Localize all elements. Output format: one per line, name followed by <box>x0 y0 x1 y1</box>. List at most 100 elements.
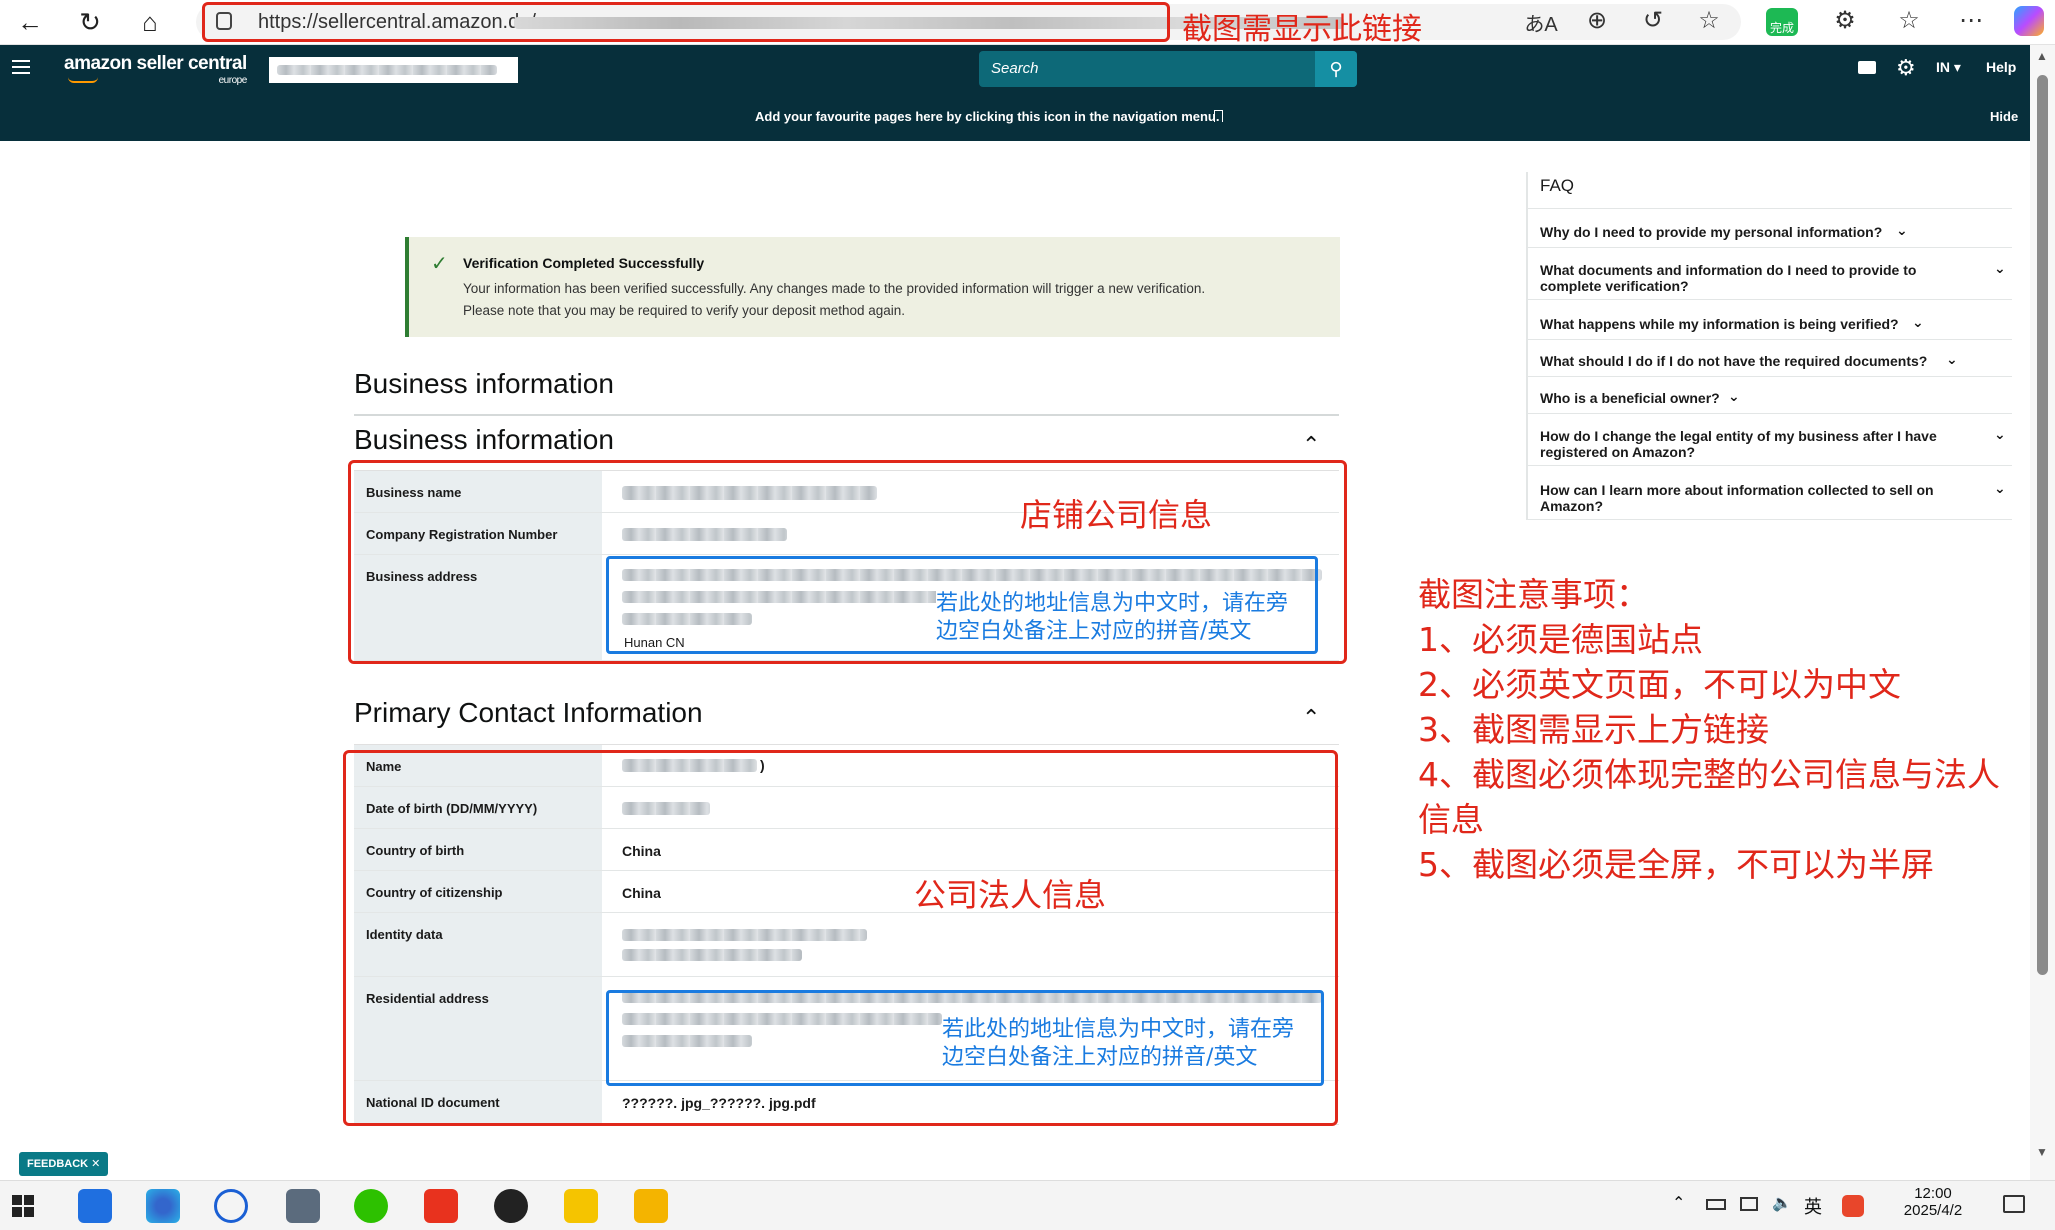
chevron-down-icon: ⌄ <box>1912 314 1924 330</box>
language-label: IN <box>1936 59 1950 75</box>
business-note-line-2: 边空白处备注上对应的拼音/英文 <box>936 619 1252 644</box>
windows-taskbar: ⌃ 🔈 英 12:00 2025/4/2 <box>0 1180 2055 1230</box>
file-explorer-icon[interactable] <box>634 1189 668 1223</box>
language-selector[interactable]: IN ▾ <box>1936 59 1961 76</box>
complete-badge[interactable]: 完成 <box>1766 8 1798 36</box>
search-app-icon[interactable] <box>214 1189 248 1223</box>
wps-icon[interactable] <box>424 1189 458 1223</box>
wechat-icon[interactable] <box>354 1189 388 1223</box>
collections-icon[interactable]: ☆ <box>1892 6 1926 35</box>
faq-item[interactable]: What documents and information do I need… <box>1528 260 2012 300</box>
kuaibo-icon[interactable] <box>78 1189 112 1223</box>
contact-note-line-1: 若此处的地址信息为中文时，请在旁 <box>942 1017 1295 1042</box>
windows-start-icon[interactable] <box>12 1195 34 1217</box>
settings-gear-icon[interactable]: ⚙ <box>1896 55 1916 81</box>
sticky-notes-icon[interactable] <box>564 1189 598 1223</box>
favourites-bar: Add your favourite pages here by clickin… <box>0 93 2030 141</box>
chevron-down-icon: ⌄ <box>1994 480 2006 496</box>
bookmark-icon <box>1214 110 1223 122</box>
contact-section-title: Primary Contact Information <box>354 697 703 728</box>
favorite-star-icon[interactable]: ☆ <box>1692 6 1726 35</box>
success-line-2: Please note that you may be required to … <box>463 303 906 318</box>
translate-icon[interactable]: あA <box>1524 8 1558 37</box>
note-item: 5、截图必须是全屏，不可以为半屏 <box>1418 845 1934 884</box>
business-note-line-1: 若此处的地址信息为中文时，请在旁 <box>936 591 1289 616</box>
logo-text: amazon seller central <box>64 53 247 74</box>
faq-item-label: How can I learn more about information c… <box>1540 482 1934 514</box>
contact-note-line-2: 边空白处备注上对应的拼音/英文 <box>942 1045 1258 1070</box>
business-annotation: 店铺公司信息 <box>1020 496 1213 534</box>
faq-item-label: Why do I need to provide my personal inf… <box>1540 224 1883 240</box>
notes-title: 截图注意事项： <box>1418 575 1649 614</box>
business-address-note: 若此处的地址信息为中文时，请在旁 边空白处备注上对应的拼音/英文 <box>936 590 1289 646</box>
faq-title: FAQ <box>1540 176 1575 195</box>
search-input[interactable]: Search <box>991 60 1039 77</box>
network-icon[interactable] <box>1740 1197 1758 1211</box>
refresh-tab-icon[interactable]: ↺ <box>1636 6 1670 35</box>
help-link[interactable]: Help <box>1986 59 2016 75</box>
scroll-up-icon[interactable]: ▲ <box>2036 49 2048 63</box>
extensions-icon[interactable]: ⚙ <box>1828 6 1862 35</box>
success-line-1: Your information has been verified succe… <box>463 281 1206 296</box>
feedback-button[interactable]: FEEDBACK ✕ <box>19 1152 109 1176</box>
qq-icon[interactable] <box>494 1189 528 1223</box>
ime-indicator[interactable]: 英 <box>1804 1193 1822 1219</box>
mail-icon[interactable] <box>1858 61 1876 74</box>
clock[interactable]: 12:00 2025/4/2 <box>1888 1185 1978 1219</box>
verification-success-banner: ✓ Verification Completed Successfully Yo… <box>405 237 1340 337</box>
residential-address-note: 若此处的地址信息为中文时，请在旁 边空白处备注上对应的拼音/英文 <box>942 1016 1295 1072</box>
copilot-icon[interactable] <box>2014 6 2044 36</box>
logo-smile <box>68 77 98 83</box>
back-icon[interactable]: ← <box>12 4 48 40</box>
scrollbar[interactable]: ▲ ▼ <box>2030 45 2055 1180</box>
url-highlight-box <box>202 2 1170 42</box>
volume-icon[interactable]: 🔈 <box>1772 1193 1792 1213</box>
check-icon: ✓ <box>431 253 448 275</box>
chevron-down-icon: ⌄ <box>1896 222 1908 238</box>
faq-title-divider <box>1528 208 2012 209</box>
chevron-down-icon: ⌄ <box>1994 426 2006 442</box>
collapse-business-icon[interactable]: ⌃ <box>1302 432 1320 458</box>
success-title: Verification Completed Successfully <box>463 255 705 271</box>
faq-item[interactable]: How can I learn more about information c… <box>1528 480 2012 520</box>
screenshot-notes: 截图注意事项： 1、必须是德国站点 2、必须英文页面，不可以为中文 3、截图需显… <box>1418 572 2000 887</box>
faq-item[interactable]: Why do I need to provide my personal inf… <box>1528 222 2012 248</box>
faq-item[interactable]: What should I do if I do not have the re… <box>1528 351 2012 377</box>
favourites-message: Add your favourite pages here by clickin… <box>755 109 1220 124</box>
faq-item[interactable]: Who is a beneficial owner? ⌄ <box>1528 388 2012 414</box>
chevron-down-icon: ⌄ <box>1994 260 2006 276</box>
battery-icon[interactable] <box>1706 1199 1726 1210</box>
chevron-down-icon: ▾ <box>1953 59 1961 75</box>
tray-chevron-icon[interactable]: ⌃ <box>1672 1193 1685 1213</box>
zoom-icon[interactable]: ⊕ <box>1580 6 1614 35</box>
faq-item-label: What happens while my information is bei… <box>1540 316 1899 332</box>
calculator-icon[interactable] <box>286 1189 320 1223</box>
notification-icon[interactable] <box>2003 1195 2025 1213</box>
faq-item-label: How do I change the legal entity of my b… <box>1540 428 1937 460</box>
home-icon[interactable]: ⌂ <box>132 4 168 40</box>
search-box[interactable]: Search ⚲ <box>979 51 1357 87</box>
note-item: 1、必须是德国站点 <box>1418 620 1703 659</box>
business-section-title: Business information <box>354 424 614 455</box>
edge-icon[interactable] <box>146 1189 180 1223</box>
complete-badge-label: 完成 <box>1769 21 1794 35</box>
time: 12:00 <box>1914 1185 1952 1202</box>
faq-item-label: Who is a beneficial owner? <box>1540 390 1720 406</box>
reload-icon[interactable]: ↻ <box>72 4 108 40</box>
collapse-contact-icon[interactable]: ⌃ <box>1302 705 1320 731</box>
note-item: 3、截图需显示上方链接 <box>1418 710 1769 749</box>
more-icon[interactable]: ⋯ <box>1954 6 1988 35</box>
faq-item[interactable]: How do I change the legal entity of my b… <box>1528 426 2012 466</box>
scroll-down-icon[interactable]: ▼ <box>2036 1145 2048 1159</box>
menu-icon[interactable] <box>12 60 30 74</box>
note-item: 4、截图必须体现完整的公司信息与法人 <box>1418 755 2000 794</box>
seller-nav: amazon seller central europe Search ⚲ ⚙ … <box>0 45 2030 93</box>
sogou-icon[interactable] <box>1842 1195 1864 1217</box>
logo-sub: europe <box>218 75 248 86</box>
search-icon[interactable]: ⚲ <box>1315 51 1357 87</box>
scroll-thumb[interactable] <box>2037 75 2048 975</box>
account-switcher[interactable] <box>269 57 518 83</box>
hide-link[interactable]: Hide <box>1990 109 2018 124</box>
faq-item[interactable]: What happens while my information is bei… <box>1528 314 2012 340</box>
seller-central-logo[interactable]: amazon seller central europe <box>64 53 247 86</box>
